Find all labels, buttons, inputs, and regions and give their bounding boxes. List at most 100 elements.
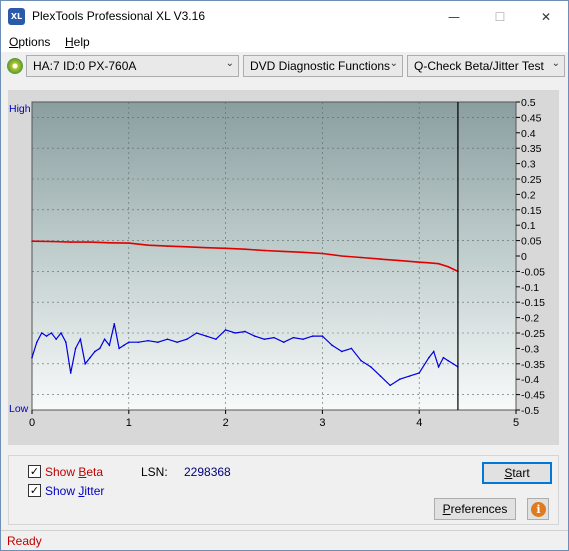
minimize-button[interactable]: — [431,1,477,32]
high-label: High [9,103,31,115]
data-point-jitter [31,356,33,359]
data-point-beta [428,261,430,264]
data-point-beta [447,265,450,268]
data-point-jitter [65,341,67,344]
data-point-beta [108,241,111,244]
y-tick-label: -0.25 [521,328,545,340]
show-beta-checkbox[interactable]: ✓ [28,465,41,478]
x-tick-label: 2 [223,417,229,429]
chevron-down-icon: ⌄ [551,58,560,69]
data-point-jitter [55,338,57,340]
y-tick-label: -0.15 [521,297,545,309]
y-tick-label: 0.15 [521,205,542,217]
y-tick-label: -0.5 [521,405,539,417]
data-point-jitter [118,347,120,350]
y-tick-label: 0 [521,251,527,263]
info-icon: i [531,502,546,517]
show-beta-rest: eta [86,465,104,479]
show-beta-label[interactable]: Show Beta [45,465,103,479]
data-point-jitter [166,338,169,340]
data-point-jitter [94,350,96,353]
y-tick-label: 0.35 [521,143,542,155]
x-tick-label: 4 [416,417,422,429]
data-point-beta [224,247,227,250]
maximize-button[interactable]: ☐ [477,1,523,32]
data-point-jitter [311,335,314,337]
show-jitter-checkbox[interactable]: ✓ [28,484,41,497]
chart-panel: 0.5 0.45 0.4 0.35 0.3 0.25 0.2 0.15 0.1 0.05 0 -0.0… [8,90,559,445]
data-point-jitter [244,330,246,333]
data-point-jitter [195,332,198,334]
data-point-jitter [69,372,72,374]
show-jitter-rest: itter [84,484,105,498]
data-point-jitter [45,335,48,337]
y-tick-label: -0.3 [521,343,539,355]
data-point-jitter [428,356,430,359]
menu-help[interactable]: Help [65,35,90,49]
data-point-jitter [137,341,140,344]
y-tick-label: -0.1 [521,282,539,294]
y-tick-label: 0.25 [521,174,542,186]
data-point-jitter [399,378,401,381]
app-logo-icon: XL [8,8,25,25]
data-point-jitter [408,375,411,377]
chevron-down-icon: ⌄ [225,58,234,69]
menu-help-accel: H [65,35,74,49]
data-point-jitter [103,338,106,340]
drive-select-value: HA:7 ID:0 PX-760A [33,59,137,73]
disc-drive-icon [7,58,23,74]
lsn-label: LSN: [141,465,168,479]
data-point-beta [418,261,421,263]
data-point-jitter [108,344,111,347]
y-tick-label: 0.5 [521,97,536,109]
data-point-jitter [418,372,421,374]
data-point-jitter [273,336,275,339]
data-point-jitter [50,332,53,334]
data-point-beta [89,241,91,243]
start-button[interactable]: Start [482,462,552,484]
y-tick-label: 0.4 [521,128,536,140]
y-tick-label: 0.2 [521,189,536,201]
data-point-jitter [98,347,101,350]
show-beta-prefix: Show [45,465,79,479]
preferences-accel: P [442,502,451,516]
data-point-beta [321,252,324,255]
data-point-beta [360,256,362,259]
y-tick-label: 0.3 [521,159,536,171]
preferences-button[interactable]: Preferences [434,498,516,520]
data-point-jitter [360,359,362,362]
data-point-jitter [340,350,343,353]
data-point-beta [186,245,188,248]
data-point-jitter [282,341,285,344]
data-point-beta [340,255,343,257]
data-point-beta [128,242,130,244]
function-select[interactable]: DVD Diagnostic Functions ⌄ [243,55,403,77]
data-point-jitter [205,335,208,337]
x-tick-label: 1 [126,417,132,429]
data-point-jitter [234,332,237,334]
data-point-jitter [113,322,116,325]
data-point-jitter [389,384,391,387]
test-select[interactable]: Q-Check Beta/Jitter Test ⌄ [407,55,565,77]
data-point-beta [205,246,208,249]
menu-options-label: ptions [18,35,51,49]
drive-select[interactable]: HA:7 ID:0 PX-760A ⌄ [26,55,239,77]
close-button[interactable]: ✕ [523,1,569,32]
window-title: PlexTools Professional XL V3.16 [32,9,205,23]
data-point-jitter [157,341,159,344]
low-label: Low [9,403,29,415]
menu-options[interactable]: Options [9,35,50,49]
menu-help-label: elp [73,35,90,49]
data-point-jitter [79,338,82,340]
data-point-jitter [379,375,382,377]
data-point-beta [399,259,401,262]
data-point-jitter [123,344,125,347]
data-point-beta [50,240,53,243]
show-jitter-label[interactable]: Show Jitter [45,484,104,498]
data-point-beta [437,262,440,265]
data-point-jitter [442,356,445,359]
data-point-jitter [224,329,227,331]
info-button[interactable]: i [527,498,549,520]
y-tick-label: 0.45 [521,112,542,124]
status-text: Ready [7,534,42,548]
